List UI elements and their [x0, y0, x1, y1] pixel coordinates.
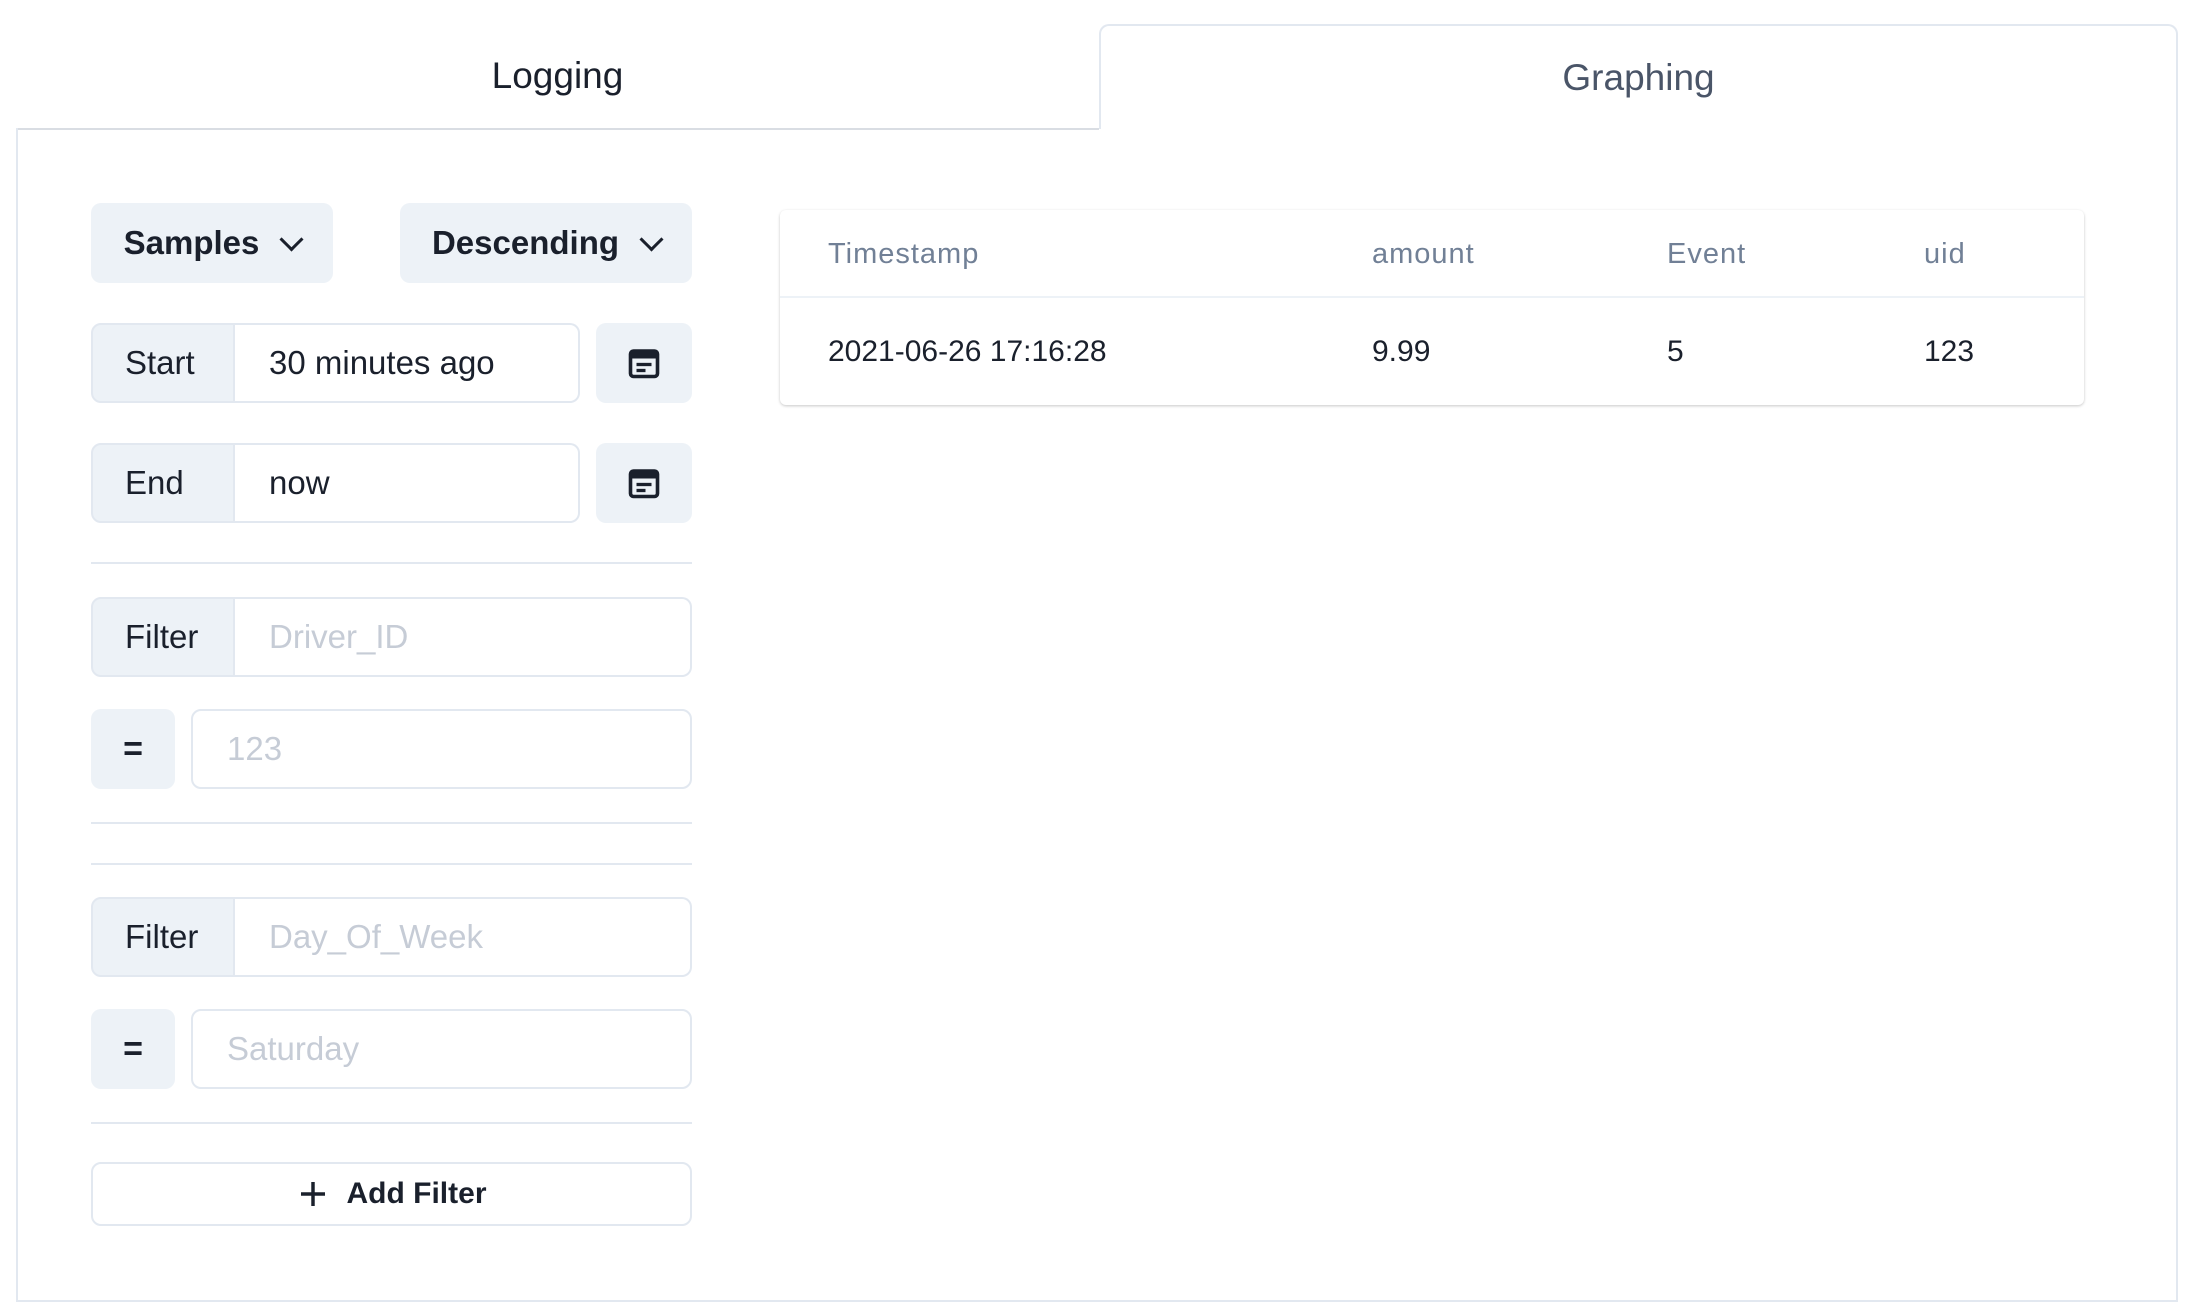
cell-timestamp: 2021-06-26 17:16:28 [828, 334, 1107, 368]
tab-list: Logging Graphing [16, 24, 2178, 130]
start-input-value: 30 minutes ago [269, 344, 495, 381]
end-calendar-button[interactable] [596, 443, 692, 523]
samples-select[interactable]: Samples [91, 203, 333, 283]
calendar-icon [628, 349, 660, 379]
filter-value-input[interactable]: 123 [191, 709, 692, 789]
add-filter-label: Add Filter [346, 1177, 487, 1210]
column-header-timestamp: Timestamp [828, 237, 980, 270]
filter-label-text: Filter [125, 618, 199, 655]
filter-operator-label: = [123, 1029, 143, 1068]
filter-value-placeholder: 123 [227, 730, 283, 767]
add-filter-button[interactable]: Add Filter [91, 1162, 692, 1226]
chevron-down-icon [639, 226, 664, 252]
cell-event: 5 [1667, 334, 1684, 368]
filter-operator-button[interactable]: = [91, 1009, 175, 1089]
filter-operator-label: = [123, 729, 143, 768]
filter-operator-button[interactable]: = [91, 709, 175, 789]
start-label-text: Start [125, 344, 195, 381]
filter-field-placeholder: Driver_ID [269, 618, 409, 655]
filter-label: Filter [91, 897, 235, 977]
tab-graphing-label: Graphing [1562, 56, 1715, 98]
logging-panel: Samples Descending Start 30 minutes ago … [16, 128, 2178, 1302]
table-header: Timestamp amount Event uid [780, 210, 2084, 298]
order-select-label: Descending [431, 224, 620, 261]
end-label: End [91, 443, 235, 523]
filter-field-input[interactable]: Driver_ID [235, 597, 692, 677]
table-row: 2021-06-26 17:16:28 9.99 5 123 [780, 298, 2084, 405]
end-input-value: now [269, 464, 330, 501]
divider [91, 1122, 692, 1124]
filter-label-text: Filter [125, 918, 199, 955]
column-header-amount: amount [1372, 237, 1475, 270]
tab-graphing[interactable]: Graphing [1099, 24, 2178, 129]
start-label: Start [91, 323, 235, 403]
divider [91, 822, 692, 824]
filter-value-input[interactable]: Saturday [191, 1009, 692, 1089]
tab-logging[interactable]: Logging [16, 24, 1099, 130]
chevron-down-icon [279, 226, 304, 252]
order-select[interactable]: Descending [400, 203, 692, 283]
results-table: Timestamp amount Event uid 2021-06-26 17… [780, 210, 2084, 405]
filter-label: Filter [91, 597, 235, 677]
divider [91, 562, 692, 564]
filter-field-input[interactable]: Day_Of_Week [235, 897, 692, 977]
divider [91, 863, 692, 865]
calendar-icon [628, 469, 660, 499]
cell-amount: 9.99 [1372, 334, 1431, 368]
column-header-uid: uid [1924, 237, 1966, 270]
column-header-event: Event [1667, 237, 1747, 270]
filter-value-placeholder: Saturday [227, 1030, 360, 1067]
end-label-text: End [125, 464, 184, 501]
cell-uid: 123 [1924, 334, 1975, 368]
start-input[interactable]: 30 minutes ago [235, 323, 580, 403]
plus-icon [300, 1182, 325, 1206]
end-input[interactable]: now [235, 443, 580, 523]
start-calendar-button[interactable] [596, 323, 692, 403]
tab-logging-label: Logging [491, 55, 624, 96]
samples-select-label: Samples [123, 224, 260, 261]
filter-field-placeholder: Day_Of_Week [269, 918, 483, 955]
